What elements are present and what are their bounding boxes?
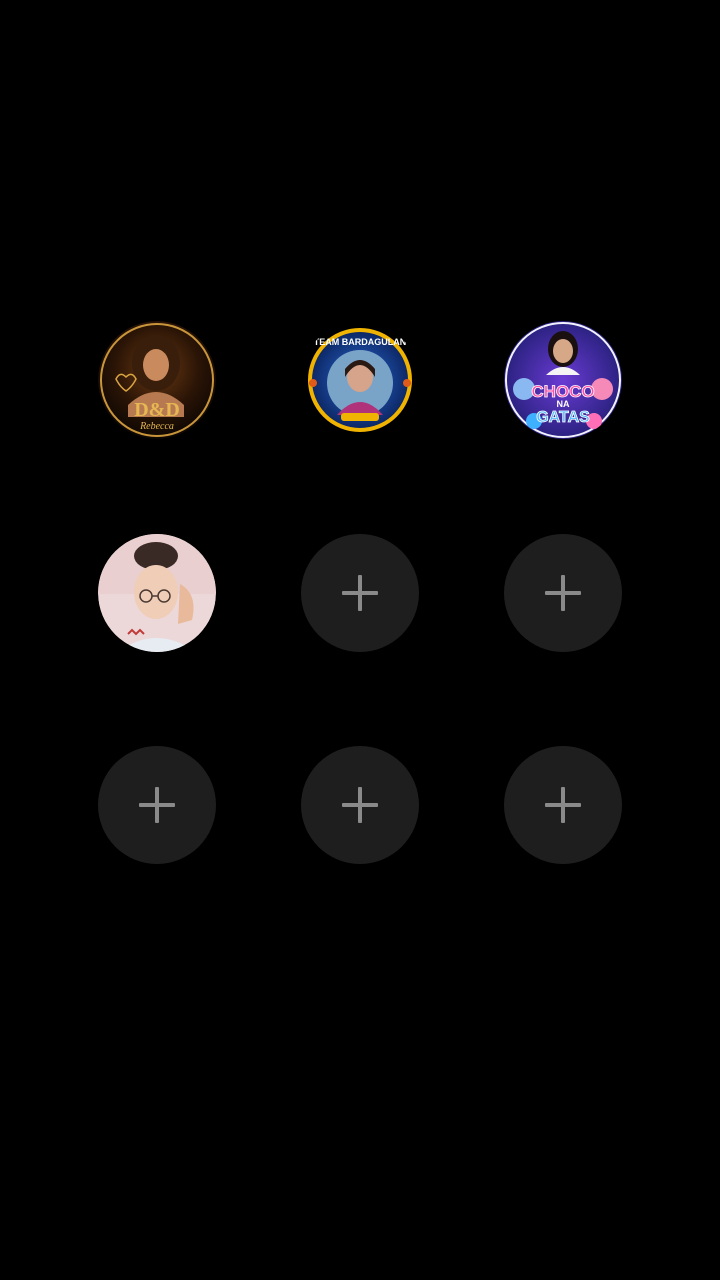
avatar-label-middle: NA xyxy=(557,399,570,409)
favorite-avatar-2[interactable]: TEAM BARDAGULAN xyxy=(301,321,419,439)
avatar-image xyxy=(98,534,216,652)
add-favorite-button[interactable] xyxy=(98,746,216,864)
avatar-label-top: D&D xyxy=(134,399,180,421)
favorite-avatar-3[interactable]: CHOCO NA GATAS xyxy=(504,321,622,439)
avatar-image: TEAM BARDAGULAN xyxy=(301,321,419,439)
favorites-screen: D&D Rebecca TEAM BARDAGULAN CHOCO NA GAT… xyxy=(0,0,720,1280)
favorite-avatar-1[interactable]: D&D Rebecca xyxy=(98,321,216,439)
plus-icon xyxy=(545,787,581,823)
add-favorite-button[interactable] xyxy=(504,534,622,652)
avatar-label-top: TEAM BARDAGULAN xyxy=(314,337,407,347)
favorite-avatar-4[interactable] xyxy=(98,534,216,652)
add-favorite-button[interactable] xyxy=(301,746,419,864)
plus-icon xyxy=(545,575,581,611)
add-favorite-button[interactable] xyxy=(504,746,622,864)
avatar-label-bottom: Rebecca xyxy=(139,421,174,432)
plus-icon xyxy=(342,575,378,611)
add-favorite-button[interactable] xyxy=(301,534,419,652)
avatar-image: CHOCO NA GATAS xyxy=(504,321,622,439)
avatar-label-bottom: GATAS xyxy=(536,409,590,426)
plus-icon xyxy=(139,787,175,823)
avatar-image: D&D Rebecca xyxy=(98,321,216,439)
plus-icon xyxy=(342,787,378,823)
favorites-grid: D&D Rebecca TEAM BARDAGULAN CHOCO NA GAT… xyxy=(0,0,720,1280)
